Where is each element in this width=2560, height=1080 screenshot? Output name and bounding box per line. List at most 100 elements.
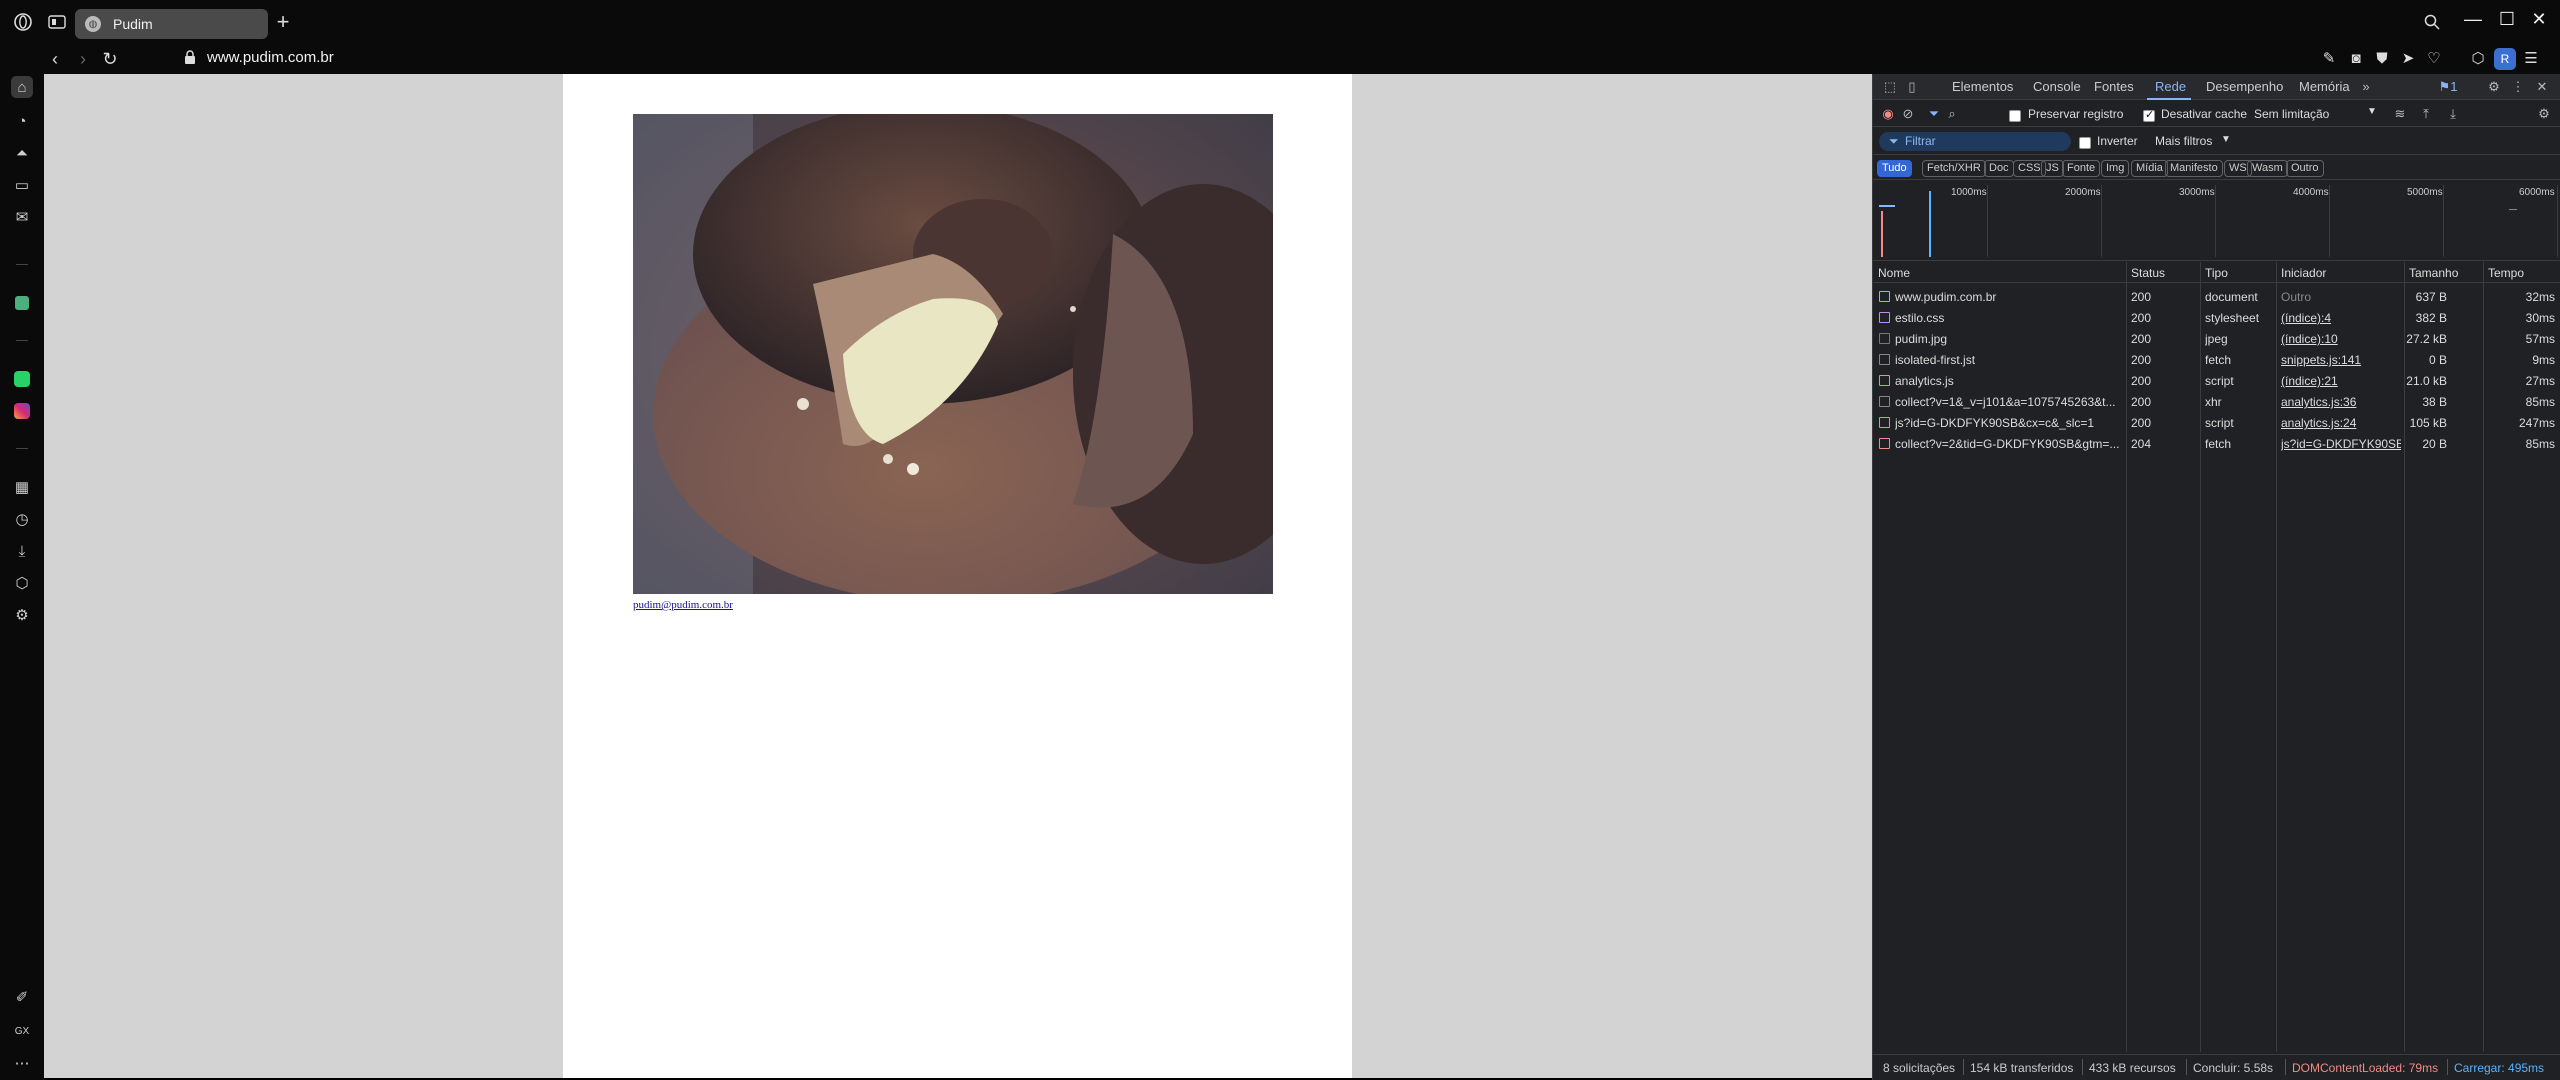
more-tabs-icon[interactable]: » (2357, 78, 2375, 96)
type-filter-js[interactable]: JS (2041, 160, 2064, 177)
table-row[interactable]: pudim.jpg 200 jpeg (índice):10 27.2 kB 5… (1873, 328, 2560, 349)
profile-avatar[interactable]: R (2494, 48, 2516, 70)
cube-icon[interactable]: ⬡ (11, 572, 33, 594)
history-icon[interactable]: ◷ (11, 508, 33, 530)
more-icon[interactable]: ⋯ (11, 1052, 33, 1074)
throttling-select[interactable]: Sem limitação (2254, 107, 2329, 121)
reload-button[interactable]: ↻ (99, 48, 121, 70)
network-overview-timeline[interactable]: 1000ms 2000ms 3000ms 4000ms 5000ms 6000m… (1873, 181, 2560, 261)
mail-icon[interactable]: ✉ (11, 206, 33, 228)
back-button[interactable]: ‹ (44, 48, 66, 70)
device-toolbar-icon[interactable]: ▯ (1903, 78, 1921, 96)
tab-pudim[interactable]: ◍ Pudim (75, 9, 268, 39)
ai-aria-icon[interactable]: ◔ (11, 110, 33, 132)
grid-icon[interactable]: ▦ (11, 476, 33, 498)
request-type: script (2205, 416, 2234, 430)
request-initiator-link[interactable]: analytics.js:36 (2281, 395, 2401, 409)
new-tab-button[interactable]: + (272, 11, 294, 34)
column-header-name[interactable]: Nome (1878, 266, 1910, 280)
invert-checkbox[interactable] (2079, 135, 2091, 149)
table-row[interactable]: isolated-first.jst 200 fetch snippets.js… (1873, 349, 2560, 370)
instagram-icon[interactable] (11, 400, 33, 422)
tv-icon[interactable]: ▭ (11, 174, 33, 196)
settings-icon[interactable]: ⚙ (11, 604, 33, 626)
request-time: 30ms (2525, 311, 2555, 325)
url-field[interactable]: www.pudim.com.br (207, 49, 334, 66)
heart-icon[interactable]: ♡ (2423, 48, 2445, 70)
disable-cache-checkbox[interactable] (2143, 108, 2155, 122)
search-icon[interactable]: ⌕ (1943, 105, 1961, 123)
email-link[interactable]: pudim@pudim.com.br (633, 599, 733, 611)
forward-button[interactable]: › (72, 48, 94, 70)
close-window-button[interactable]: ✕ (2526, 6, 2552, 32)
request-time: 32ms (2525, 290, 2555, 304)
search-tabs-icon[interactable] (2421, 11, 2443, 33)
inspect-element-icon[interactable]: ⬚ (1881, 78, 1899, 96)
pin-icon[interactable]: ✐ (11, 986, 33, 1008)
type-filter-all[interactable]: Tudo (1877, 160, 1912, 177)
table-row[interactable]: analytics.js 200 script (índice):21 21.0… (1873, 370, 2560, 391)
tab-fontes[interactable]: Fontes (2094, 79, 2134, 94)
menu-icon[interactable]: ☰ (2520, 48, 2542, 70)
type-filter-fetch-xhr[interactable]: Fetch/XHR (1922, 160, 1986, 177)
request-bar (2509, 209, 2517, 210)
column-header-size[interactable]: Tamanho (2409, 266, 2458, 280)
camera-icon[interactable]: ◙ (2345, 48, 2367, 70)
tab-rede[interactable]: Rede (2155, 79, 2186, 94)
request-initiator-link[interactable]: snippets.js:141 (2281, 353, 2401, 367)
tab-desempenho[interactable]: Desempenho (2206, 79, 2283, 94)
network-settings-icon[interactable]: ⚙ (2535, 105, 2553, 123)
import-har-icon[interactable]: ⤒ (2417, 105, 2435, 123)
tab-elementos[interactable]: Elementos (1952, 79, 2013, 94)
filter-input[interactable]: ⏷ Filtrar (1879, 132, 2071, 151)
network-conditions-icon[interactable]: ≋ (2391, 105, 2409, 123)
column-header-status[interactable]: Status (2131, 266, 2165, 280)
preserve-log-checkbox[interactable] (2009, 108, 2021, 122)
clear-icon[interactable]: ⊘ (1899, 105, 1917, 123)
type-filter-media[interactable]: Mídia (2131, 160, 2168, 177)
filter-icon[interactable]: ⏷ (1925, 105, 1943, 123)
home-icon[interactable]: ⌂ (11, 76, 33, 98)
gx-icon[interactable]: GX (11, 1020, 33, 1042)
column-header-type[interactable]: Tipo (2205, 266, 2228, 280)
type-filter-other[interactable]: Outro (2286, 160, 2324, 177)
column-header-initiator[interactable]: Iniciador (2281, 266, 2326, 280)
record-icon[interactable]: ◉ (1879, 105, 1897, 123)
opera-logo-icon[interactable] (12, 11, 34, 33)
app-icon[interactable] (11, 292, 33, 314)
settings-gear-icon[interactable]: ⚙ (2485, 78, 2503, 96)
customize-menu-icon[interactable]: ⋮ (2509, 78, 2527, 96)
download-icon[interactable]: ⤓ (11, 540, 33, 562)
table-row[interactable]: collect?v=1&_v=j101&a=1075745263&t... 20… (1873, 391, 2560, 412)
send-icon[interactable]: ➤ (2397, 48, 2419, 70)
shield-icon[interactable]: ⛊ (2371, 48, 2393, 70)
more-filters-dropdown[interactable]: Mais filtros (2155, 134, 2212, 148)
extensions-icon[interactable]: ⬡ (2467, 48, 2489, 70)
type-filter-doc[interactable]: Doc (1984, 160, 2014, 177)
workspaces-icon[interactable] (46, 11, 68, 33)
type-filter-manifest[interactable]: Manifesto (2165, 160, 2223, 177)
whatsapp-icon[interactable] (11, 368, 33, 390)
type-filter-font[interactable]: Fonte (2062, 160, 2101, 177)
flow-icon[interactable]: ⏶ (11, 142, 33, 164)
type-filter-wasm[interactable]: Wasm (2247, 160, 2288, 177)
table-row[interactable]: estilo.css 200 stylesheet (índice):4 382… (1873, 307, 2560, 328)
request-initiator-link[interactable]: (índice):4 (2281, 311, 2401, 325)
edit-icon[interactable]: ✎ (2318, 48, 2340, 70)
request-initiator-link[interactable]: (índice):10 (2281, 332, 2401, 346)
column-header-time[interactable]: Tempo (2488, 266, 2524, 280)
close-devtools-icon[interactable]: ✕ (2533, 78, 2551, 96)
request-initiator-link[interactable]: js?id=G-DKDFYK90SB& (2281, 437, 2401, 451)
request-initiator-link[interactable]: (índice):21 (2281, 374, 2401, 388)
tab-console[interactable]: Console (2033, 79, 2081, 94)
table-row[interactable]: js?id=G-DKDFYK90SB&cx=c&_slc=1 200 scrip… (1873, 412, 2560, 433)
maximize-button[interactable]: ☐ (2494, 6, 2520, 32)
type-filter-img[interactable]: Img (2101, 160, 2130, 177)
tab-memoria[interactable]: Memória (2299, 79, 2350, 94)
table-row[interactable]: www.pudim.com.br 200 document Outro 637 … (1873, 286, 2560, 307)
request-initiator-link[interactable]: analytics.js:24 (2281, 416, 2401, 430)
export-har-icon[interactable]: ⤓ (2444, 105, 2462, 123)
table-row[interactable]: collect?v=2&tid=G-DKDFYK90SB&gtm=... 204… (1873, 433, 2560, 454)
minimize-button[interactable]: — (2460, 6, 2486, 32)
issues-counter[interactable]: ⚑1 (2433, 78, 2463, 96)
